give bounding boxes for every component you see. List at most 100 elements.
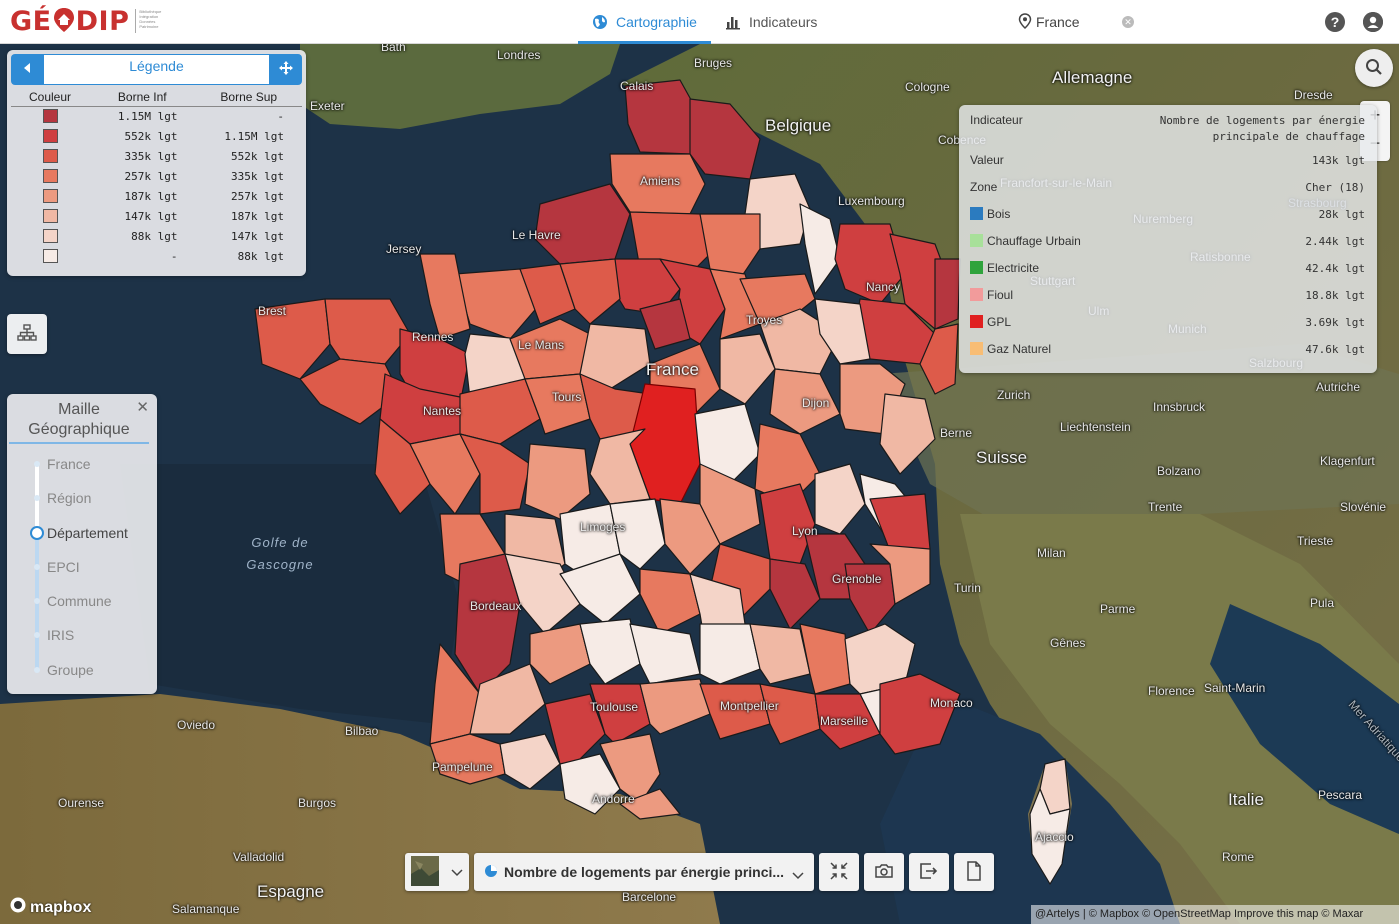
zone-search-value: France [1036,14,1080,30]
export-button[interactable] [909,853,949,891]
maille-slider-tick[interactable] [34,598,40,604]
basemap-switch-button[interactable] [405,853,469,891]
legend-panel: Légende Couleur Borne Inf Borne Sup 1.15… [7,50,306,276]
clear-icon[interactable]: ✕ [1122,16,1134,28]
tab-indicateurs-label: Indicateurs [748,14,818,30]
collapse-legend-button[interactable] [11,54,43,85]
mapbox-logo[interactable]: mapbox [10,897,91,918]
departement-shape [324,298,411,365]
close-icon[interactable]: ✕ [136,398,149,416]
maille-slider-tick[interactable] [34,564,40,570]
move-legend-button[interactable] [270,54,302,85]
info-valeur-row: Valeur 143k lgt [970,153,1365,180]
info-energy-name: Bois [970,207,1010,221]
legend-borne-inf: 187k lgt [124,189,178,203]
location-pin-icon [1018,12,1032,32]
info-energy-row: Chauffage Urbain 2.44k lgt [970,234,1365,261]
departement-shape [749,623,811,685]
map-search-button[interactable] [1355,49,1393,87]
maille-level-4[interactable]: Commune [47,593,112,609]
tab-indicateurs[interactable]: Indicateurs [711,0,831,44]
legend-swatch [42,149,58,163]
zone-info-panel: Indicateur Nombre de logements par énerg… [959,105,1377,373]
maille-level-2[interactable]: Département [47,525,128,541]
zone-search-field[interactable]: France ✕ [1018,10,1138,34]
info-valeur-label: Valeur [970,153,1004,167]
legend-swatch-cell [11,246,89,266]
legend-borne-inf: 552k lgt [124,129,178,143]
legend-swatch-cell [11,206,89,226]
legend-row: 1.15M lgt - [11,106,302,126]
maille-level-6[interactable]: Groupe [47,662,94,678]
move-arrows-icon [278,60,294,79]
indicator-select[interactable]: Nombre de logements par énergie princi..… [474,853,814,891]
departement-shape [534,183,631,265]
export-icon [919,862,939,883]
departement-shape [499,733,561,790]
maille-slider-tick[interactable] [34,632,40,638]
tab-cartographie[interactable]: Cartographie [578,0,711,44]
mapbox-label: mapbox [30,898,92,916]
legend-swatch [42,229,58,243]
mapbox-icon [10,897,26,918]
legend-swatch-cell [11,166,89,186]
info-indicateur-value: Nombre de logements par énergie principal… [1160,113,1365,145]
legend-borne-inf: 147k lgt [124,209,178,223]
departement-shape [699,683,771,740]
indicator-select-value: Nombre de logements par énergie princi..… [504,864,785,880]
legend-borne-sup: 257k lgt [231,189,284,203]
info-energy-name: Chauffage Urbain [970,234,1081,248]
info-energy-value: 42.4k lgt [1305,262,1365,275]
main-nav: Cartographie Indicateurs [578,0,831,44]
maille-title: Maille Géographique [9,394,149,444]
maille-level-3[interactable]: EPCI [47,559,80,575]
info-energy-name: GPL [970,315,1011,329]
departement-shape [509,318,591,380]
legend-row: 187k lgt 257k lgt [11,186,302,206]
legend-borne-sup: - [277,109,284,123]
legend-title: Légende [43,54,270,85]
map-attribution[interactable]: @Artelys | © Mapbox © OpenStreetMap Impr… [1031,905,1399,924]
legend-swatch [42,189,58,203]
departement-shape [799,623,851,695]
departement-shape [624,79,701,155]
fit-bounds-button[interactable] [819,853,859,891]
info-energy-row: Bois 28k lgt [970,207,1365,234]
info-indicateur-label: Indicateur [970,113,1023,127]
info-energy-label: Fioul [987,288,1014,302]
legend-borne-sup: 147k lgt [231,229,284,243]
camera-icon [874,863,894,882]
legend-borne-sup: 187k lgt [231,209,284,223]
maille-title-line-2: Géographique [28,421,130,438]
energy-color-swatch [970,342,983,355]
logo-tagline: Bibliothèque Intégration Données Patrimo… [135,9,163,33]
maille-slider-tick[interactable] [34,461,40,467]
maille-slider-tick[interactable] [34,495,40,501]
legend-swatch-cell [11,126,89,146]
screenshot-button[interactable] [864,853,904,891]
maille-level-5[interactable]: IRIS [47,627,74,643]
info-indicateur-value-line-2: principale de chauffage [1212,130,1365,143]
hierarchy-button[interactable] [7,314,47,354]
maille-level-1[interactable]: Région [47,490,91,506]
energy-color-swatch [970,207,983,220]
legend-borne-sup: 335k lgt [231,169,284,183]
maille-geographique-panel: Maille Géographique ✕ France Région Départ… [7,394,157,694]
maille-level-0[interactable]: France [47,456,91,472]
user-account-icon[interactable] [1363,12,1383,32]
help-icon[interactable]: ? [1325,12,1345,32]
app-logo[interactable]: GÉ DIP Bibliothèque Intégration Données P… [10,4,163,38]
departement-shape [524,443,591,520]
legend-swatch [42,169,58,183]
info-energy-label: Chauffage Urbain [987,234,1081,248]
report-button[interactable] [954,853,994,891]
maille-slider-knob[interactable] [30,526,44,540]
legend-swatch [42,209,58,223]
chevron-down-icon [792,867,804,883]
maille-slider-tick[interactable] [34,667,40,673]
legend-swatch-cell [11,186,89,206]
legend-borne-inf: 1.15M lgt [117,109,178,123]
satellite-thumbnail-icon [411,855,439,889]
info-energy-value: 28k lgt [1318,208,1365,221]
legend-row: 335k lgt 552k lgt [11,146,302,166]
